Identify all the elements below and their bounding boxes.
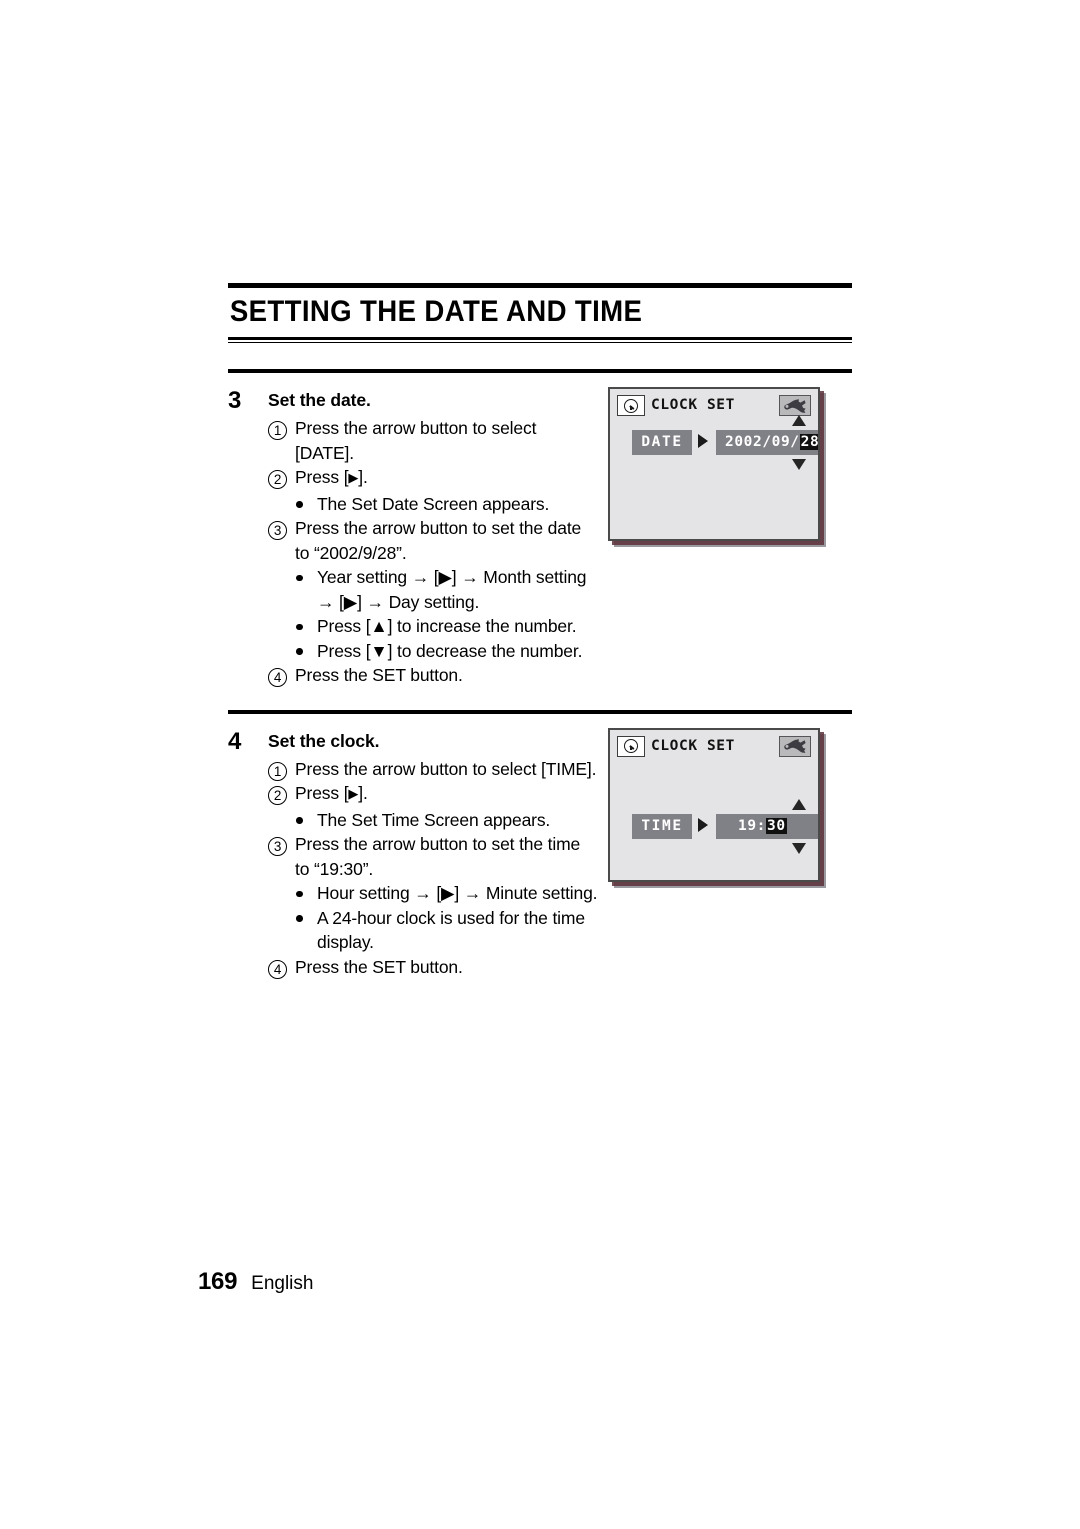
list-marker: 2: [268, 465, 287, 490]
lcd-value-selected: 28: [799, 434, 820, 450]
list-subitem-text: A 24-hour clock is used for the time dis…: [317, 907, 585, 953]
list-item: 1 Press the arrow button to select [DATE…: [268, 416, 598, 465]
step-heading-4: Set the clock.: [268, 730, 380, 751]
wrench-icon[interactable]: [779, 735, 811, 757]
list-item-text: Press the SET button.: [295, 665, 463, 685]
lcd-titlebar: CLOCK SET: [610, 730, 818, 762]
bullet-icon: [296, 623, 303, 630]
lcd-illustration-time: CLOCK SET TIME 19:30: [608, 727, 826, 888]
list-subitem-text: The Set Time Screen appears.: [317, 809, 551, 830]
list-item-text-pre: Press [: [295, 467, 349, 487]
list-marker: 1: [268, 416, 287, 441]
list-subitem-text: The Set Date Screen appears.: [317, 493, 550, 514]
step-heading-3: Set the date.: [268, 390, 371, 410]
manual-page: SETTING THE DATE AND TIME 3 Set the date…: [0, 0, 1080, 1529]
list-item-text-pre: Press [: [295, 783, 349, 803]
lcd-row-label: TIME: [632, 813, 692, 839]
spin-down-icon[interactable]: [792, 842, 806, 854]
list-subitem-text: Press [▲] to increase the number.: [317, 616, 577, 636]
wrench-glyph: [784, 739, 806, 753]
bullet-icon: [296, 648, 303, 655]
bullet-icon: [296, 817, 303, 824]
step-3: 3 Set the date. 1 Press the arrow button…: [228, 373, 852, 710]
list-item-text: Press the arrow button to select [TIME].: [295, 758, 597, 779]
list-marker: 3: [268, 516, 287, 541]
list-item: 1 Press the arrow button to select [TIME…: [268, 757, 598, 782]
page-title: SETTING THE DATE AND TIME: [229, 295, 643, 328]
lcd-titlebar: CLOCK SET: [610, 389, 818, 421]
lcd-illustration-date: CLOCK SET DATE 2002/09/28: [608, 387, 826, 547]
wrench-icon[interactable]: [779, 395, 811, 416]
list-item: 4 Press the SET button.: [268, 955, 598, 980]
list-item-text: Press the arrow button to select [DATE].: [295, 418, 537, 463]
clock-face: [624, 398, 638, 413]
list-marker: 4: [268, 955, 287, 980]
bullet-icon: [296, 574, 303, 581]
list-item-text-post: ].: [358, 783, 368, 803]
list-subitem-text: Press [▼] to decrease the number.: [317, 640, 583, 661]
list-subitem-text: Hour setting → [▶] → Minute setting.: [317, 883, 598, 903]
list-item: 2 Press [▶].: [268, 781, 598, 808]
list-marker: 1: [268, 757, 287, 782]
list-subitem: Press [▲] to increase the number.: [292, 614, 598, 639]
lcd-value-prefix: 19:: [738, 817, 766, 834]
list-item: 2 Press [▶].: [268, 465, 598, 492]
list-subitem: Hour setting → [▶] → Minute setting.: [292, 881, 598, 906]
list-item: 4 Press the SET button.: [268, 663, 598, 688]
lcd-value-prefix: 2002/09/: [725, 434, 800, 450]
right-triangle-icon: ▶: [348, 470, 359, 485]
list-subitem: The Set Time Screen appears.: [292, 808, 598, 833]
clock-icon: [617, 735, 645, 757]
title-spacer: [228, 343, 852, 369]
lcd-title: CLOCK SET: [651, 737, 735, 754]
bullet-icon: [296, 501, 303, 508]
page-number: 169: [198, 1268, 238, 1295]
lcd-value[interactable]: 19:30: [716, 813, 818, 839]
step-4: 4 Set the clock. 1 Press the arrow butto…: [228, 714, 852, 980]
list-item: 3 Press the arrow button to set the date…: [268, 516, 598, 565]
lcd-screen: CLOCK SET DATE 2002/09/28: [608, 387, 820, 541]
list-subitem: A 24-hour clock is used for the time dis…: [292, 906, 598, 955]
spin-up-icon[interactable]: [792, 798, 806, 810]
lcd-screen: CLOCK SET TIME 19:30: [608, 727, 820, 882]
lcd-value-selected: 30: [766, 817, 787, 834]
list-item-text: Press the arrow button to set the time t…: [295, 834, 581, 879]
list-item-text: Press the arrow button to set the date t…: [295, 518, 582, 563]
list-subitem: Year setting → [▶] → Month setting → [▶]…: [292, 565, 598, 614]
lcd-row-label: DATE: [632, 430, 692, 455]
step-number-4: 4: [228, 727, 242, 755]
list-item: 3 Press the arrow button to set the time…: [268, 832, 598, 881]
bullet-icon: [296, 915, 303, 922]
list-marker: 4: [268, 663, 287, 688]
spin-up-icon[interactable]: [792, 415, 806, 426]
page-footer: 169 English: [198, 1268, 313, 1296]
list-marker: 2: [268, 781, 287, 806]
clock-face: [624, 739, 638, 753]
wrench-glyph: [784, 398, 806, 413]
list-subitem: Press [▼] to decrease the number.: [292, 639, 598, 664]
step-number-3: 3: [228, 387, 242, 414]
step-4-instructions: 1 Press the arrow button to select [TIME…: [268, 757, 598, 980]
right-triangle-icon: ▶: [348, 786, 359, 801]
lcd-value[interactable]: 2002/09/28: [716, 430, 820, 455]
right-triangle-icon: [698, 434, 708, 448]
list-marker: 3: [268, 832, 287, 857]
step-3-instructions: 1 Press the arrow button to select [DATE…: [268, 416, 598, 688]
page-language: English: [251, 1273, 314, 1294]
spin-down-icon[interactable]: [792, 459, 806, 470]
right-triangle-icon: [698, 817, 708, 832]
list-item-text-post: ].: [358, 467, 368, 487]
clock-icon: [617, 395, 645, 416]
bullet-icon: [296, 890, 303, 897]
page-content: SETTING THE DATE AND TIME 3 Set the date…: [228, 283, 852, 979]
list-subitem-text: Year setting → [▶] → Month setting → [▶]…: [317, 567, 587, 612]
list-item-text: Press the SET button.: [295, 956, 463, 977]
lcd-title: CLOCK SET: [651, 397, 735, 413]
list-subitem: The Set Date Screen appears.: [292, 492, 598, 517]
